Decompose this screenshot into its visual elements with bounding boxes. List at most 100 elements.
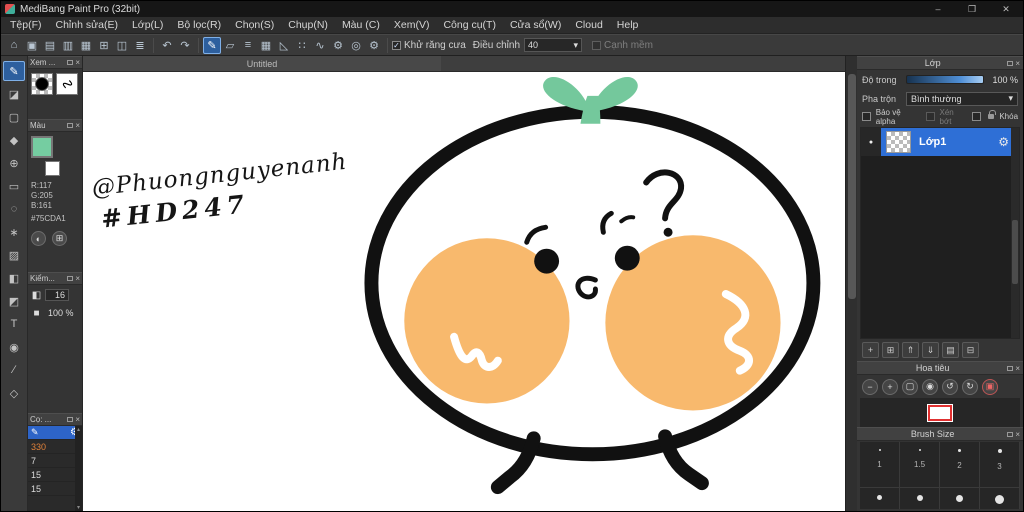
new-canvas-icon[interactable]: ▣ bbox=[23, 37, 41, 54]
snap-off-icon[interactable]: ✎ bbox=[203, 36, 221, 54]
menu-layer[interactable]: Lớp(L) bbox=[125, 19, 170, 31]
rotate-right-icon[interactable]: ↻ bbox=[962, 378, 978, 395]
float-panel-icon[interactable] bbox=[67, 417, 74, 422]
hand-tool[interactable]: ◇ bbox=[3, 383, 25, 403]
menu-snap[interactable]: Chụp(N) bbox=[281, 19, 335, 31]
brush-size-cell[interactable]: 1.5 bbox=[900, 442, 940, 488]
actual-size-icon[interactable]: ◉ bbox=[922, 378, 938, 395]
menu-help[interactable]: Help bbox=[610, 19, 646, 31]
zoom-out-icon[interactable]: − bbox=[862, 378, 878, 395]
brush-size-cell[interactable]: 1 bbox=[860, 442, 900, 488]
snap-perspective-icon[interactable]: ◺ bbox=[275, 37, 293, 54]
palette-icon[interactable]: ⊞ bbox=[52, 231, 67, 246]
foreground-color-swatch[interactable] bbox=[31, 136, 53, 158]
scroll-up-icon[interactable]: ▴ bbox=[77, 426, 80, 433]
color-panel-header[interactable]: Màu × bbox=[28, 119, 82, 132]
snap-horizontal-icon[interactable]: ≡ bbox=[239, 37, 257, 54]
menu-select[interactable]: Chọn(S) bbox=[228, 19, 281, 31]
layer-row-selected[interactable]: ● Lớp1 ⚙ bbox=[861, 128, 1019, 156]
layer-list-scrollbar[interactable] bbox=[1011, 128, 1019, 338]
brush-size-cell[interactable] bbox=[860, 488, 900, 509]
close-icon[interactable]: × bbox=[75, 59, 80, 67]
brush-size-field[interactable]: 16 bbox=[45, 289, 69, 301]
brush-stroke-preview[interactable]: ∿ bbox=[56, 73, 78, 95]
rotate-left-icon[interactable]: ↺ bbox=[942, 378, 958, 395]
zoom-in-icon[interactable]: + bbox=[882, 378, 898, 395]
reset-view-icon[interactable]: ▣ bbox=[982, 378, 998, 395]
select-tool[interactable]: ▭ bbox=[3, 176, 25, 196]
snap-settings-icon[interactable]: ⚙ bbox=[329, 37, 347, 54]
close-icon[interactable]: × bbox=[75, 275, 80, 283]
scrollbar-thumb[interactable] bbox=[848, 74, 856, 299]
bucket-tool[interactable]: ▨ bbox=[3, 245, 25, 265]
close-icon[interactable]: × bbox=[1015, 364, 1020, 372]
float-panel-icon[interactable] bbox=[67, 276, 74, 281]
background-color-swatch[interactable] bbox=[45, 161, 60, 176]
float-panel-icon[interactable] bbox=[1007, 365, 1014, 371]
menu-tools[interactable]: Công cụ(T) bbox=[436, 19, 503, 31]
brush-control-panel-header[interactable]: Kiểm... × bbox=[28, 272, 82, 285]
undo-icon[interactable]: ↶ bbox=[158, 37, 176, 54]
brush-preview-panel-header[interactable]: Xem ... × bbox=[28, 56, 82, 69]
menu-window[interactable]: Cửa sổ(W) bbox=[503, 19, 568, 31]
navigator-panel-header[interactable]: Hoa tiêu × bbox=[857, 361, 1023, 375]
delete-layer-button[interactable]: ⊟ bbox=[962, 342, 979, 358]
snap-parallel-icon[interactable]: ▱ bbox=[221, 37, 239, 54]
canvas-settings-icon[interactable]: ⊞ bbox=[95, 37, 113, 54]
soft-edge-checkbox[interactable] bbox=[592, 40, 602, 50]
save-icon[interactable]: ▥ bbox=[59, 37, 77, 54]
menu-view[interactable]: Xem(V) bbox=[387, 19, 437, 31]
navigator-preview[interactable] bbox=[860, 398, 1020, 427]
float-panel-icon[interactable] bbox=[67, 60, 74, 65]
clipping-checkbox[interactable] bbox=[925, 112, 935, 121]
layer-panel-header[interactable]: Lớp × bbox=[857, 56, 1023, 70]
document-tab[interactable]: Untitled bbox=[83, 56, 442, 71]
minimize-button[interactable]: – bbox=[921, 1, 955, 17]
settings-gear-icon[interactable]: ⚙ bbox=[365, 37, 383, 54]
duplicate-layer-button[interactable]: ⊞ bbox=[882, 342, 899, 358]
lock-checkbox[interactable] bbox=[971, 112, 981, 121]
snap-dot-icon[interactable]: ∷ bbox=[293, 37, 311, 54]
brush-size-cell[interactable]: 2 bbox=[940, 442, 980, 488]
brush-list-scrollbar[interactable]: ▴ ▾ bbox=[75, 426, 82, 511]
menu-filter[interactable]: Bộ lọc(R) bbox=[170, 19, 228, 31]
antialias-checkbox[interactable]: ✓ bbox=[392, 40, 401, 50]
gradient-tool[interactable]: ◧ bbox=[3, 268, 25, 288]
fit-view-icon[interactable]: ▢ bbox=[902, 378, 918, 395]
brush-size-cell[interactable] bbox=[980, 488, 1020, 509]
dot-tool[interactable]: ▢ bbox=[3, 107, 25, 127]
navigator-viewport-rect[interactable] bbox=[928, 404, 952, 421]
brush-list-item[interactable]: 330 bbox=[28, 440, 82, 454]
move-layer-up-button[interactable]: ⇑ bbox=[902, 342, 919, 358]
brush-size-cell[interactable]: 3 bbox=[980, 442, 1020, 488]
protect-alpha-checkbox[interactable] bbox=[862, 112, 871, 121]
close-button[interactable]: ✕ bbox=[989, 1, 1023, 17]
brush-list-panel-header[interactable]: Cọ: ... × bbox=[28, 413, 82, 426]
blend-mode-dropdown[interactable]: Bình thường ▾ bbox=[906, 91, 1018, 106]
home-icon[interactable]: ⌂ bbox=[5, 37, 23, 54]
brush-list-item[interactable]: 7 bbox=[28, 454, 82, 468]
brush-list-item[interactable]: 15 bbox=[28, 482, 82, 496]
float-panel-icon[interactable] bbox=[1007, 60, 1014, 66]
material-panel-icon[interactable]: ≣ bbox=[131, 37, 149, 54]
color-wheel-icon[interactable]: ◐ bbox=[31, 231, 46, 246]
move-tool[interactable]: ⊕ bbox=[3, 153, 25, 173]
divide-tool[interactable]: ∕ bbox=[3, 360, 25, 380]
pen-tool[interactable]: ◆ bbox=[3, 130, 25, 150]
canvas-vertical-scrollbar[interactable] bbox=[845, 56, 857, 511]
layer-visibility-toggle[interactable]: ● bbox=[861, 128, 881, 156]
shape-tool[interactable]: ◩ bbox=[3, 291, 25, 311]
open-icon[interactable]: ▤ bbox=[41, 37, 59, 54]
snap-grid-icon[interactable]: ▦ bbox=[257, 37, 275, 54]
adjust-dropdown[interactable]: 40 ▾ bbox=[524, 38, 583, 52]
close-icon[interactable]: × bbox=[1015, 59, 1020, 67]
move-layer-down-button[interactable]: ⇓ bbox=[922, 342, 939, 358]
brush-tool[interactable]: ✎ bbox=[3, 61, 25, 81]
lasso-tool[interactable]: ◌ bbox=[3, 199, 25, 219]
text-tool[interactable]: T bbox=[3, 314, 25, 334]
close-icon[interactable]: × bbox=[75, 416, 80, 424]
brush-size-cell[interactable] bbox=[940, 488, 980, 509]
export-icon[interactable]: ▦ bbox=[77, 37, 95, 54]
brush-size-panel-header[interactable]: Brush Size × bbox=[857, 427, 1023, 441]
float-panel-icon[interactable] bbox=[67, 123, 74, 128]
